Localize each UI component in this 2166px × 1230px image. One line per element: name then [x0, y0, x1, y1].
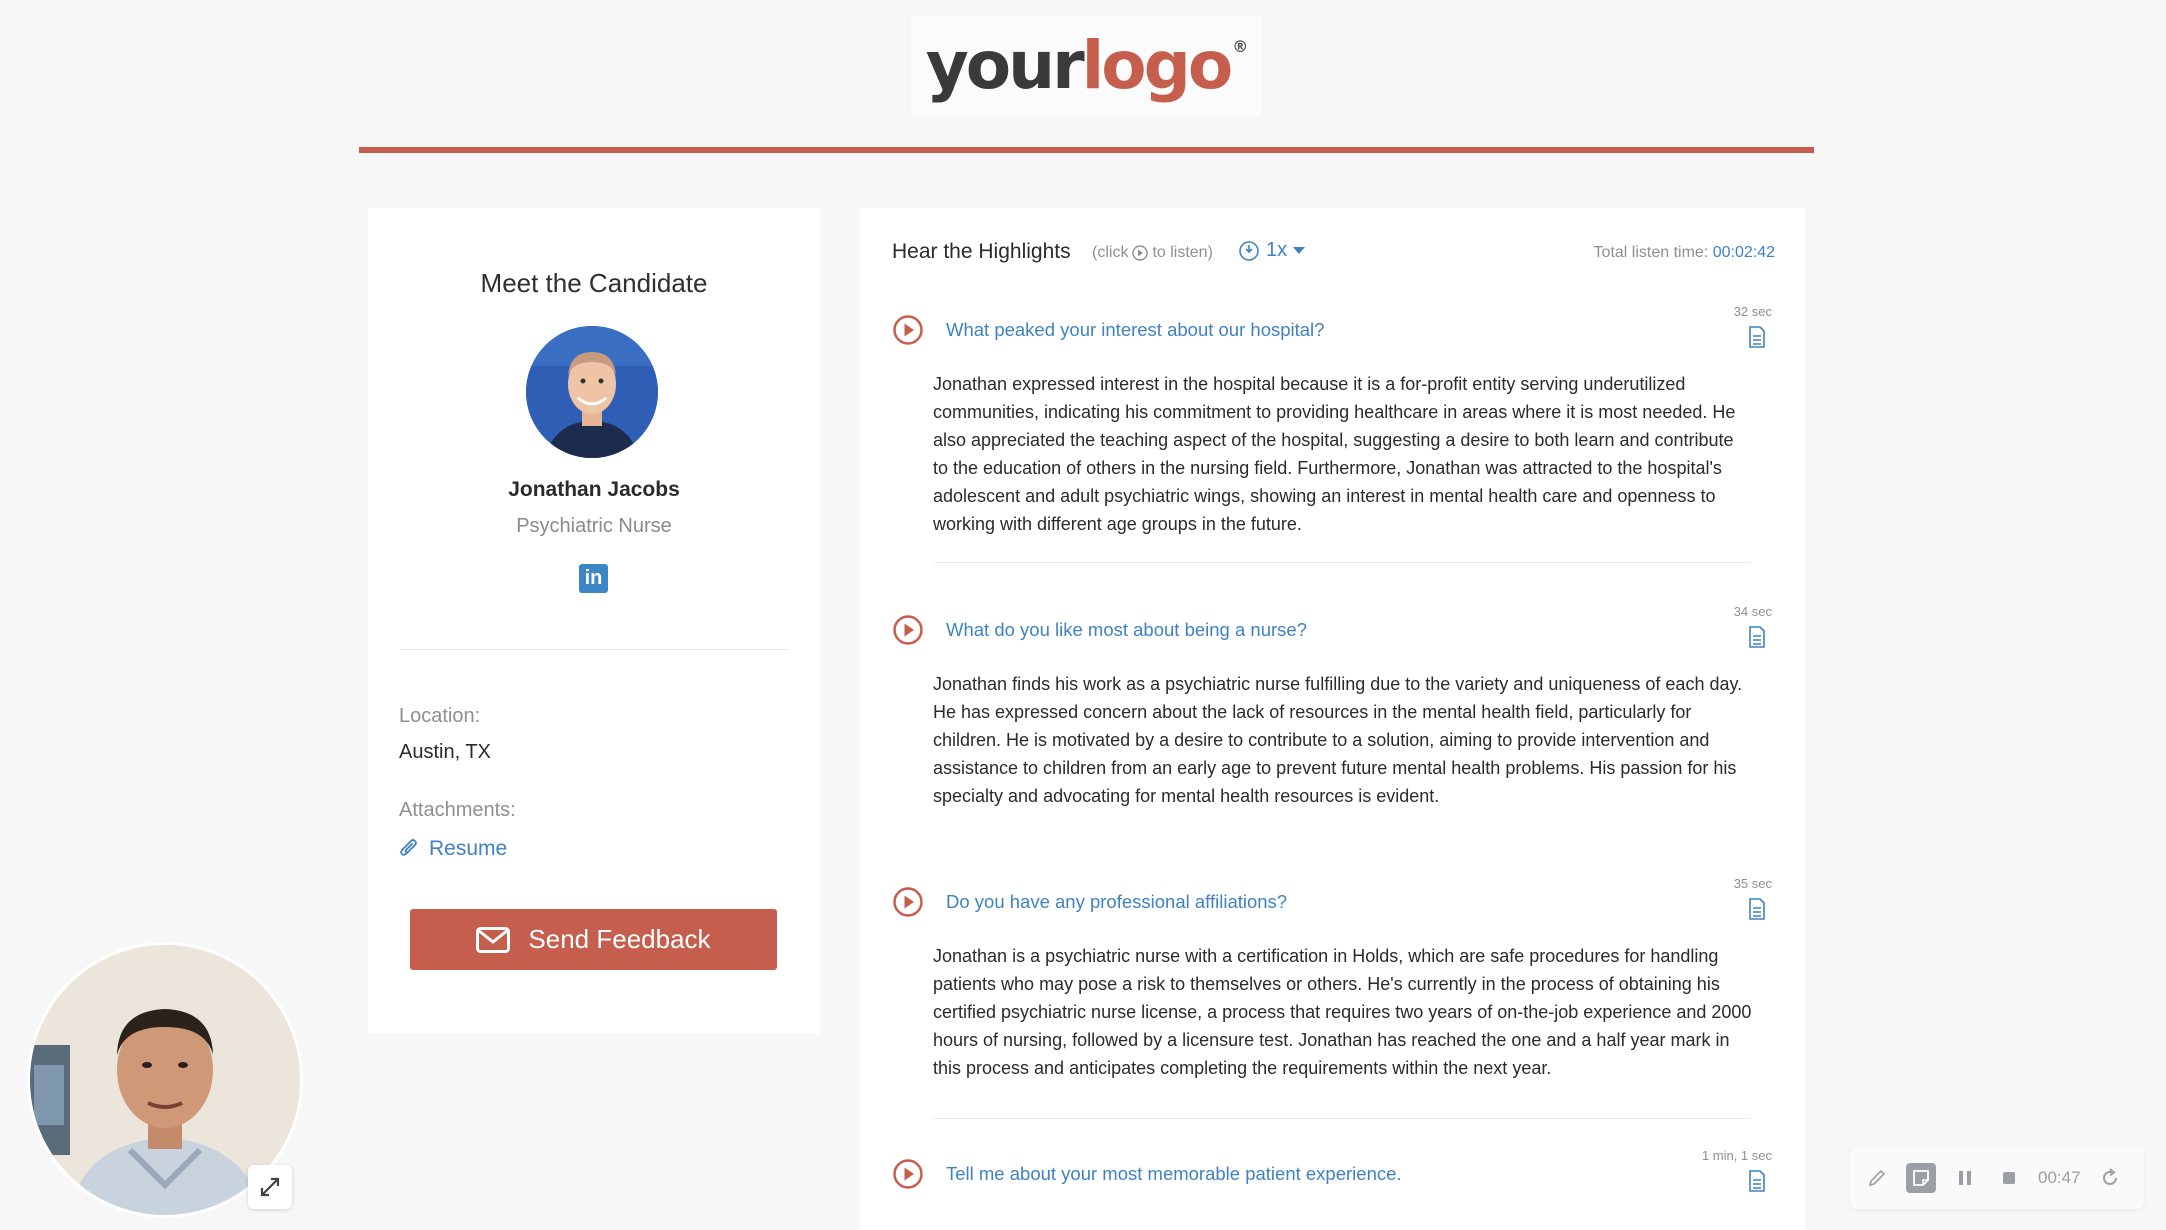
attachments-label: Attachments:: [399, 799, 516, 821]
speed-icon: [1239, 240, 1259, 261]
play-icon[interactable]: [892, 314, 924, 346]
expand-webcam-button[interactable]: [248, 1165, 292, 1209]
resume-label: Resume: [429, 837, 508, 860]
location-label: Location:: [399, 705, 481, 727]
answer-text: Jonathan expressed interest in the hospi…: [933, 374, 1736, 534]
answer-text: Jonathan is a psychiatric nurse with a c…: [933, 946, 1752, 1078]
restart-button[interactable]: [2095, 1163, 2125, 1193]
chevron-down-icon: [1293, 246, 1306, 254]
play-icon[interactable]: [892, 886, 924, 918]
highlights-card: Hear the Highlights (click to listen) 1x…: [860, 208, 1805, 1230]
candidate-card: Meet the Candidate Jonathan Jacobs Psych…: [368, 208, 820, 1034]
total-listen-value: 00:02:42: [1712, 244, 1775, 261]
logo-text: yourlogo ®: [925, 27, 1249, 104]
annotate-button[interactable]: [1862, 1163, 1892, 1193]
pencil-icon: [1868, 1169, 1886, 1187]
note-icon: [1913, 1170, 1929, 1186]
candidate-role: Psychiatric Nurse: [516, 515, 672, 537]
location-value: Austin, TX: [399, 741, 491, 763]
question-link[interactable]: What do you like most about being a nurs…: [946, 619, 1307, 641]
stop-icon: [2003, 1172, 2015, 1184]
answer-text: Jonathan finds his work as a psychiatric…: [933, 674, 1743, 806]
highlights-title: Hear the Highlights: [892, 240, 1071, 263]
restart-icon: [2102, 1168, 2117, 1185]
question-link[interactable]: Do you have any professional affiliation…: [946, 891, 1287, 913]
transcript-icon[interactable]: [1748, 326, 1766, 348]
speed-value: 1x: [1266, 239, 1288, 261]
linkedin-icon[interactable]: in: [579, 564, 608, 593]
transcript-icon[interactable]: [1748, 626, 1766, 648]
note-button[interactable]: [1906, 1163, 1936, 1193]
play-icon[interactable]: [892, 1158, 924, 1190]
recorder-toolbar: 00:47: [1850, 1147, 2144, 1209]
question-link[interactable]: What peaked your interest about our hosp…: [946, 319, 1324, 341]
play-hint-icon: [1132, 245, 1149, 261]
question-link[interactable]: Tell me about your most memorable patien…: [946, 1163, 1402, 1185]
recording-time: 00:47: [2038, 1168, 2081, 1187]
stop-button[interactable]: [1994, 1163, 2024, 1193]
clip-duration: 32 sec: [1733, 304, 1772, 319]
resume-link[interactable]: Resume: [399, 837, 507, 861]
transcript-icon[interactable]: [1748, 1170, 1766, 1192]
send-feedback-label: Send Feedback: [528, 924, 711, 954]
item-divider: [933, 562, 1751, 563]
clip-duration: 34 sec: [1733, 604, 1772, 619]
playback-speed-select[interactable]: 1x: [1238, 239, 1306, 262]
transcript-icon[interactable]: [1748, 898, 1766, 920]
card-divider: [400, 649, 790, 650]
company-logo: yourlogo ®: [911, 16, 1261, 116]
clip-duration: 35 sec: [1733, 876, 1772, 891]
play-icon[interactable]: [892, 614, 924, 646]
clip-duration: 1 min, 1 sec: [1701, 1148, 1772, 1163]
item-divider: [933, 1118, 1751, 1119]
header-divider: [359, 147, 1814, 153]
highlights-hint: (click to listen): [1092, 244, 1213, 261]
total-listen-time: Total listen time: 00:02:42: [1593, 244, 1775, 261]
send-feedback-button[interactable]: Send Feedback: [410, 909, 777, 970]
candidate-name: Jonathan Jacobs: [508, 478, 680, 501]
candidate-avatar: [526, 326, 658, 458]
candidate-card-title: Meet the Candidate: [480, 268, 708, 298]
pause-icon: [1959, 1171, 1971, 1185]
paperclip-icon: [400, 839, 417, 856]
pause-button[interactable]: [1950, 1163, 1980, 1193]
envelope-icon: [476, 926, 511, 953]
expand-icon: [260, 1177, 280, 1197]
